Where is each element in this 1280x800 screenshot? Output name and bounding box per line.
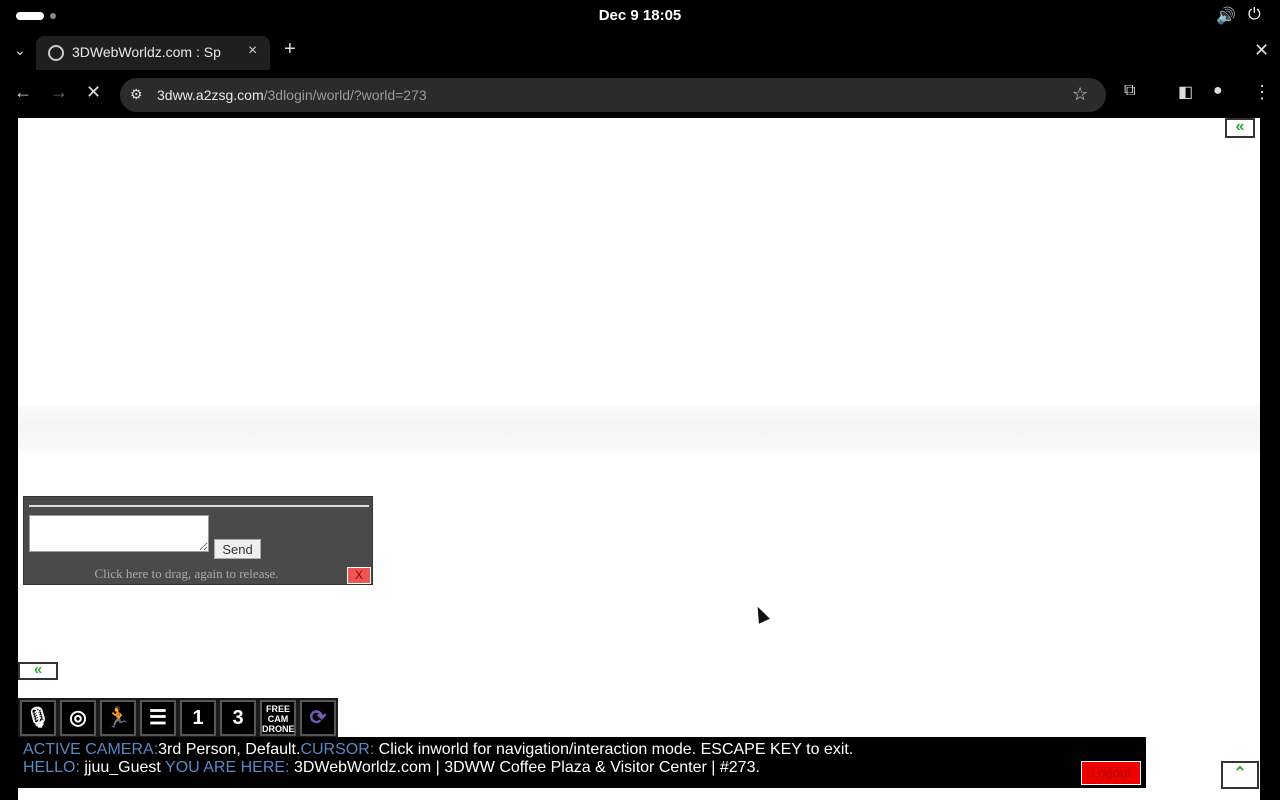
chat-log-divider	[29, 505, 369, 507]
free-cam-line2: CAM	[267, 714, 289, 724]
chat-panel[interactable]: Send Click here to drag, again to releas…	[23, 496, 373, 585]
side-panel-icon[interactable]: ◧	[1178, 82, 1193, 102]
bookmark-star-icon[interactable]: ☆	[1072, 84, 1088, 105]
avatar-pose-icon[interactable]: 🏃	[100, 700, 136, 736]
hello-value: jjuu_Guest	[79, 759, 166, 776]
hello-key: HELLO:	[23, 759, 80, 776]
radar-icon[interactable]: ◎	[60, 700, 96, 736]
world-viewport[interactable]: « Send Click here to drag, again to rele…	[18, 118, 1260, 800]
cursor-value: Click inworld for navigation/interaction…	[374, 741, 854, 758]
scene-horizon	[18, 406, 1260, 452]
power-icon[interactable]: ⏻	[1248, 6, 1261, 24]
location-status-line: HELLO: jjuu_Guest YOU ARE HERE: 3DWebWor…	[23, 759, 760, 777]
free-cam-line3: DRONE	[262, 724, 295, 734]
profile-icon[interactable]: ●	[1213, 82, 1223, 100]
here-value: 3DWebWorldz.com | 3DWW Coffee Plaza & Vi…	[289, 759, 760, 776]
chat-close-button[interactable]: X	[347, 567, 371, 584]
tab-close-icon[interactable]: ×	[248, 42, 257, 60]
collapse-bottom-left-button[interactable]: «	[18, 662, 58, 680]
loading-favicon-icon	[48, 45, 64, 61]
third-person-camera-icon[interactable]: 3	[220, 700, 256, 736]
site-info-icon[interactable]: ⚙	[130, 86, 143, 103]
status-bar: ACTIVE CAMERA:3rd Person, Default.CURSOR…	[18, 737, 1146, 788]
expand-bottom-right-button[interactable]: ⌃	[1221, 761, 1259, 789]
camera-value: 3rd Person, Default.	[158, 741, 301, 758]
volume-icon[interactable]: 🔊	[1216, 6, 1236, 26]
microphone-icon[interactable]: 🎙	[20, 700, 56, 736]
free-cam-drone-button[interactable]: FREE CAM DRONE	[260, 700, 296, 736]
url-text[interactable]: 3dww.a2zsg.com/3dlogin/world/?world=273	[157, 87, 427, 103]
tab-title: 3DWebWorldz.com : Sp	[72, 44, 221, 60]
system-top-bar: Dec 9 18:05 🔊 ⏻	[0, 0, 1280, 32]
tab-search-chevron-icon[interactable]: ⌄	[14, 42, 26, 59]
here-key: YOU ARE HERE:	[165, 759, 290, 776]
clock[interactable]: Dec 9 18:05	[0, 7, 1280, 24]
cursor-key: CURSOR:	[300, 741, 375, 758]
address-bar[interactable]: ⚙ 3dww.a2zsg.com/3dlogin/world/?world=27…	[120, 78, 1106, 112]
tab-strip: ⌄ 3DWebWorldz.com : Sp × + ✕	[0, 32, 1280, 72]
logout-button[interactable]: Logout	[1081, 761, 1141, 785]
toggle-3d-icon[interactable]: ⟳	[300, 700, 336, 736]
camera-toolbar: 🎙 ◎ 🏃 ☰ 1 3 FREE CAM DRONE ⟳	[18, 698, 338, 738]
url-path: /3dlogin/world/?world=273	[263, 87, 427, 103]
url-host: 3dww.a2zsg.com	[157, 87, 264, 103]
forward-arrow-icon[interactable]: →	[50, 82, 68, 103]
first-person-camera-icon[interactable]: 1	[180, 700, 216, 736]
stop-loading-icon[interactable]: ✕	[86, 82, 101, 103]
mouse-pointer-icon	[752, 604, 770, 624]
chat-message-input[interactable]	[29, 515, 209, 552]
extensions-icon[interactable]: ⧉	[1124, 82, 1135, 100]
drone-icon[interactable]: ☰	[140, 700, 176, 736]
back-arrow-icon[interactable]: ←	[14, 82, 32, 103]
collapse-top-right-button[interactable]: «	[1225, 118, 1255, 138]
camera-status-line: ACTIVE CAMERA:3rd Person, Default.CURSOR…	[23, 741, 853, 759]
window-close-button[interactable]: ✕	[1254, 40, 1269, 61]
browser-tab[interactable]: 3DWebWorldz.com : Sp ×	[36, 36, 270, 70]
menu-kebab-icon[interactable]: ⋮	[1253, 82, 1271, 103]
chat-drag-handle[interactable]: Click here to drag, again to release.	[24, 566, 349, 582]
send-button[interactable]: Send	[214, 539, 261, 559]
camera-key: ACTIVE CAMERA:	[23, 741, 159, 758]
free-cam-line1: FREE	[265, 704, 290, 714]
browser-toolbar: ← → ✕ ⚙ 3dww.a2zsg.com/3dlogin/world/?wo…	[0, 72, 1280, 118]
new-tab-button[interactable]: +	[284, 38, 296, 61]
